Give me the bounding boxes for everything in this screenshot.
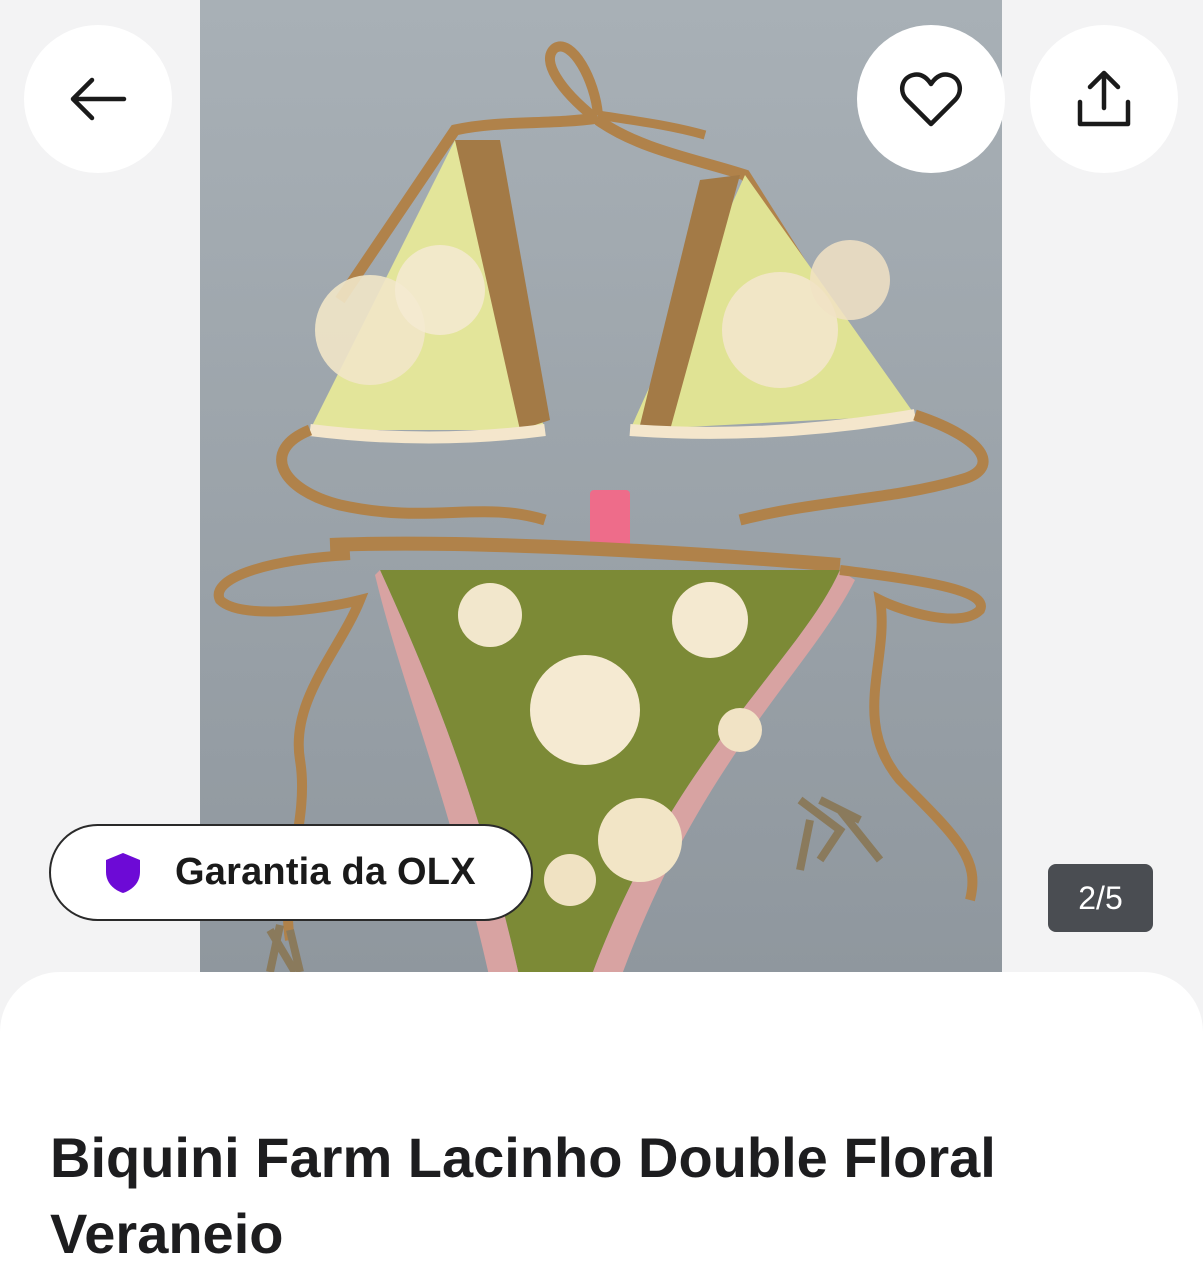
photo-gallery[interactable]: Garantia da OLX 2/5 [0, 0, 1203, 1000]
share-icon [1077, 70, 1131, 127]
guarantee-label: Garantia da OLX [175, 851, 476, 893]
arrow-left-icon [70, 77, 127, 121]
photo-counter: 2/5 [1048, 864, 1153, 932]
favorite-button[interactable] [857, 25, 1005, 173]
screen: Garantia da OLX 2/5 Biquini Farm Lacinho… [0, 0, 1203, 1280]
olx-guarantee-badge[interactable]: Garantia da OLX [49, 824, 533, 921]
heart-icon [899, 72, 963, 127]
back-button[interactable] [24, 25, 172, 173]
share-button[interactable] [1030, 25, 1178, 173]
shield-icon [106, 852, 140, 893]
listing-title: Biquini Farm Lacinho Double Floral Veran… [50, 1126, 996, 1265]
